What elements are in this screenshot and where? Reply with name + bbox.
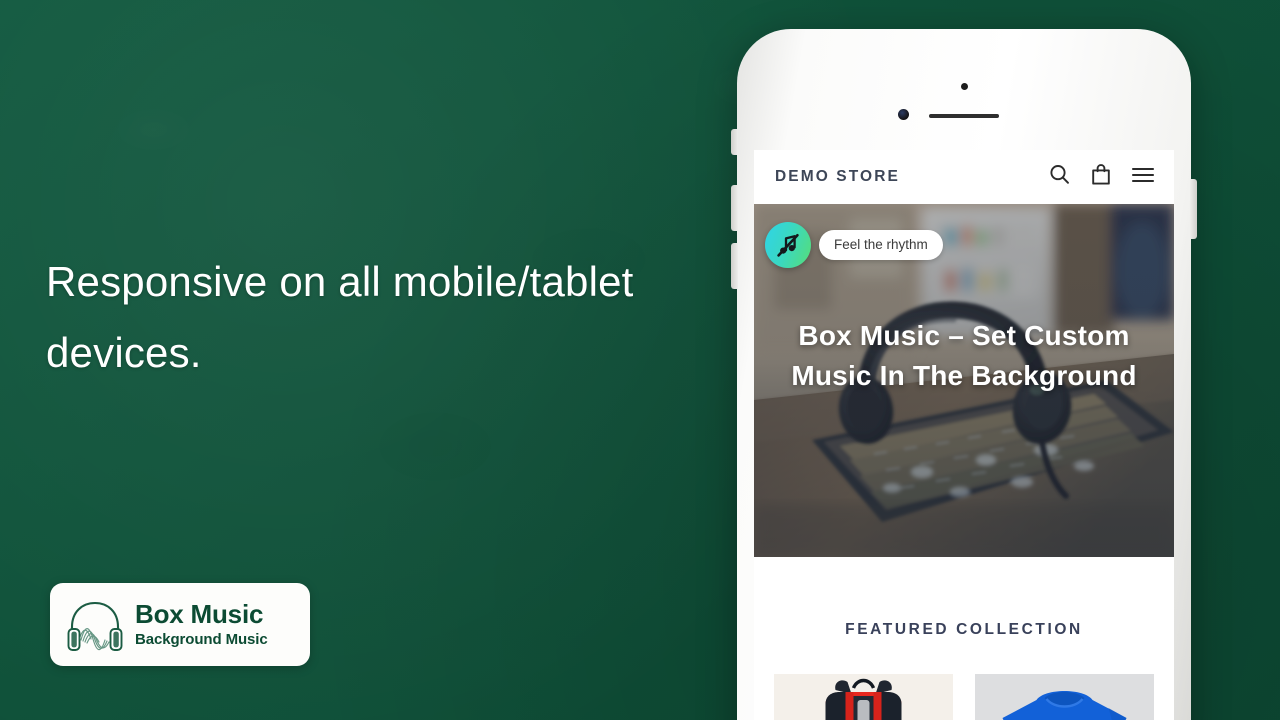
earpiece-speaker	[929, 114, 999, 118]
front-camera	[898, 109, 909, 120]
backpack-image	[774, 674, 953, 720]
proximity-sensor	[961, 83, 968, 90]
tshirt-image	[975, 674, 1154, 720]
phone-screen: DEMO STORE Feel the rhythm Box Music – S…	[754, 150, 1174, 720]
power-button[interactable]	[1190, 179, 1197, 239]
store-header: DEMO STORE	[754, 150, 1174, 204]
volume-up-button[interactable]	[731, 185, 738, 231]
brand-logo-badge: Box Music Background Music	[50, 583, 310, 666]
page-title: Responsive on all mobile/tablet devices.	[46, 258, 634, 376]
brand-tagline: Background Music	[135, 630, 268, 648]
product-grid	[754, 639, 1174, 720]
hamburger-menu-icon[interactable]	[1131, 166, 1155, 189]
phone-mockup: DEMO STORE Feel the rhythm Box Music – S…	[731, 29, 1197, 720]
product-card-tshirt[interactable]	[975, 674, 1154, 720]
slide-canvas: Responsive on all mobile/tablet devices.	[0, 0, 1280, 720]
featured-collection-section: FEATURED COLLECTION	[754, 557, 1174, 720]
silent-switch-button[interactable]	[731, 129, 738, 155]
hero-heading: Box Music – Set Custom Music In The Back…	[791, 320, 1137, 391]
brand-name: Box Music	[135, 599, 264, 630]
music-player-widget: Feel the rhythm	[765, 222, 943, 268]
volume-down-button[interactable]	[731, 243, 738, 289]
header-icon-group	[1048, 163, 1155, 191]
featured-collection-title: FEATURED COLLECTION	[845, 621, 1083, 638]
hero-banner: Feel the rhythm Box Music – Set Custom M…	[754, 204, 1174, 557]
search-icon[interactable]	[1048, 163, 1071, 191]
shopping-bag-icon[interactable]	[1090, 163, 1112, 191]
music-widget-label[interactable]: Feel the rhythm	[819, 230, 943, 260]
product-card-backpack[interactable]	[774, 674, 953, 720]
store-title: DEMO STORE	[775, 168, 900, 185]
headphones-waveform-icon	[64, 596, 126, 654]
music-note-muted-icon[interactable]	[765, 222, 811, 268]
